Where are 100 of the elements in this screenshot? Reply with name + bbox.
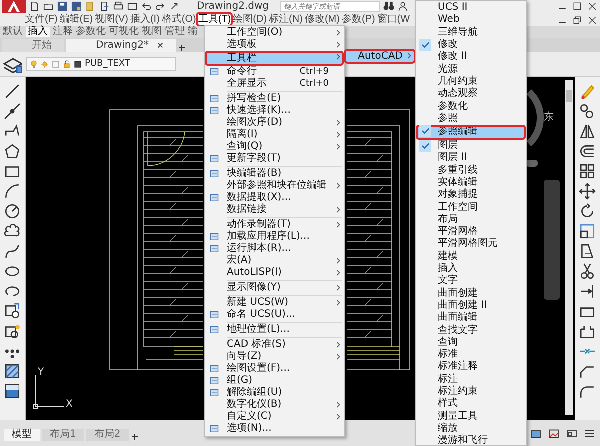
- menu-item[interactable]: 修改(M): [304, 13, 341, 26]
- menu-item[interactable]: 加载应用程序(L)...: [205, 231, 344, 243]
- menu-item[interactable]: 对象捕捉: [416, 189, 526, 202]
- menu-item[interactable]: 数据链接: [205, 204, 344, 216]
- menu-item[interactable]: 查找文字: [416, 324, 526, 337]
- menu-item[interactable]: 曲面创建: [416, 288, 526, 300]
- scrollbar[interactable]: [565, 80, 573, 415]
- menu-item[interactable]: 解除编组(U): [205, 387, 344, 399]
- menu-item[interactable]: 工具(T): [197, 13, 232, 26]
- menu-item[interactable]: 数字化仪(B): [205, 399, 344, 411]
- viewport-icon[interactable]: [566, 428, 578, 440]
- menu-item[interactable]: 绘图(D): [232, 13, 268, 26]
- user-icon[interactable]: [398, 1, 408, 12]
- menu-item[interactable]: 快速选择(K)...: [205, 105, 344, 117]
- menu-item[interactable]: 编辑(E): [58, 13, 94, 26]
- menu-item[interactable]: 隔离(I): [205, 129, 344, 141]
- menu-item[interactable]: 块编辑器(B): [205, 168, 344, 180]
- spline-icon[interactable]: [4, 243, 21, 260]
- menu-item[interactable]: 漫游和飞行: [416, 435, 526, 446]
- move-arrows-icon[interactable]: [579, 183, 596, 200]
- menu-item[interactable]: 宏(A): [205, 255, 344, 267]
- menu-item[interactable]: 标准: [416, 349, 526, 362]
- menu-item[interactable]: 选项(N)...: [205, 423, 344, 435]
- copy-circles-icon[interactable]: [579, 103, 596, 120]
- menu-item[interactable]: 缩放: [416, 422, 526, 436]
- menu-item[interactable]: 动态观察: [416, 88, 526, 100]
- menu-item[interactable]: 窗口(W: [376, 13, 412, 26]
- menu-item[interactable]: 新建 UCS(W): [205, 297, 344, 309]
- ribbon-tab[interactable]: 默认: [3, 27, 23, 37]
- menu-item[interactable]: 命名 UCS(U)...: [205, 309, 344, 321]
- menu-item[interactable]: 查询: [416, 336, 526, 350]
- menu-item[interactable]: 工作空间: [416, 201, 526, 214]
- layout-tab[interactable]: 布局2: [86, 429, 129, 441]
- save-as-icon[interactable]: [71, 1, 82, 12]
- menu-item[interactable]: UCS II: [416, 2, 526, 14]
- menu-item[interactable]: 文字: [416, 275, 526, 288]
- menu-item[interactable]: 运行脚本(R)...: [205, 243, 344, 255]
- menu-item[interactable]: 自定义(C): [205, 411, 344, 423]
- menu-item[interactable]: 曲面编辑: [416, 312, 526, 324]
- menu-item[interactable]: 视图(V): [94, 13, 130, 26]
- image-icon[interactable]: [548, 428, 560, 440]
- menu-item[interactable]: 动作录制器(T): [205, 219, 344, 231]
- menu-item[interactable]: 显示图像(Y): [205, 282, 344, 294]
- scale-icon[interactable]: [579, 223, 596, 240]
- print-icon[interactable]: [113, 1, 124, 12]
- menu-item[interactable]: 建模: [416, 250, 526, 263]
- document-tab[interactable]: Drawing2*: [66, 39, 176, 52]
- menu-item[interactable]: Web: [416, 14, 526, 27]
- plus-icon[interactable]: [178, 44, 186, 52]
- menu-item[interactable]: 文件(F): [24, 13, 59, 26]
- ribbon-tab[interactable]: 视图: [142, 27, 162, 37]
- menu-item[interactable]: 选项板: [205, 39, 344, 51]
- maximize-icon[interactable]: [573, 2, 582, 11]
- menu-item[interactable]: 曲面创建 II: [416, 300, 526, 312]
- grid-array-icon[interactable]: [579, 163, 596, 180]
- menu-item[interactable]: 三维导航: [416, 26, 526, 39]
- ribbon-tab[interactable]: 参数化: [76, 27, 106, 37]
- menu-item[interactable]: 拼写检查(E): [205, 93, 344, 105]
- eraser-icon[interactable]: [579, 83, 596, 100]
- offset-icon[interactable]: [579, 143, 596, 160]
- menu-item[interactable]: 插入: [416, 262, 526, 276]
- gradient-icon[interactable]: [4, 383, 21, 400]
- menu-item[interactable]: 命令行 Ctrl+9: [205, 66, 344, 78]
- restore-icon[interactable]: [573, 16, 582, 25]
- extend-icon[interactable]: [579, 283, 596, 300]
- menu-item[interactable]: 多重引线: [416, 164, 526, 177]
- undo-icon[interactable]: [141, 1, 152, 12]
- polygon-icon[interactable]: [4, 143, 21, 160]
- submenu-item[interactable]: AutoCAD: [345, 50, 415, 63]
- scrollbar-thumb[interactable]: [566, 90, 572, 102]
- menu-item[interactable]: 地理位置(L)...: [205, 324, 344, 336]
- layer-dropdown[interactable]: PUB_TEXT: [26, 57, 176, 71]
- ribbon-tab[interactable]: 插入: [26, 27, 50, 37]
- menu-item[interactable]: 组(G): [205, 375, 344, 387]
- plus-icon[interactable]: [130, 433, 139, 441]
- block-icon[interactable]: [4, 323, 21, 340]
- ribbon-tab[interactable]: 管理: [165, 27, 185, 37]
- menu-item[interactable]: 平滑网格图元: [416, 238, 526, 251]
- menu-item[interactable]: 参数化: [416, 100, 526, 113]
- selection-filter-icon[interactable]: [530, 428, 542, 440]
- menu-item[interactable]: 平滑网格: [416, 226, 526, 238]
- menu-item[interactable]: CAD 标准(S): [205, 339, 344, 351]
- arc-icon[interactable]: [4, 183, 21, 200]
- block-insert-icon[interactable]: [4, 303, 21, 320]
- menu-item[interactable]: 数据提取(X)...: [205, 192, 344, 204]
- menu-item[interactable]: 标注约束: [416, 386, 526, 398]
- stretch-icon[interactable]: [579, 243, 596, 260]
- menu-item[interactable]: 工具栏: [205, 51, 344, 66]
- menu-item[interactable]: 向导(Z): [205, 351, 344, 363]
- menu-item[interactable]: 绘图次序(D): [205, 117, 344, 129]
- app-logo-icon[interactable]: [2, 0, 26, 13]
- menu-item[interactable]: 参照: [416, 112, 526, 125]
- menu-item[interactable]: 全屏显示 Ctrl+0: [205, 78, 344, 90]
- new-file-icon[interactable]: [29, 1, 40, 12]
- menu-item[interactable]: 标注: [416, 374, 526, 386]
- ribbon-tab[interactable]: 注释: [53, 27, 73, 37]
- ribbon-tab[interactable]: 输: [188, 27, 198, 37]
- mirror-triangle-icon[interactable]: [579, 123, 596, 140]
- menu-item[interactable]: 几何约束: [416, 76, 526, 88]
- menu-item[interactable]: 查询(Q): [205, 141, 344, 153]
